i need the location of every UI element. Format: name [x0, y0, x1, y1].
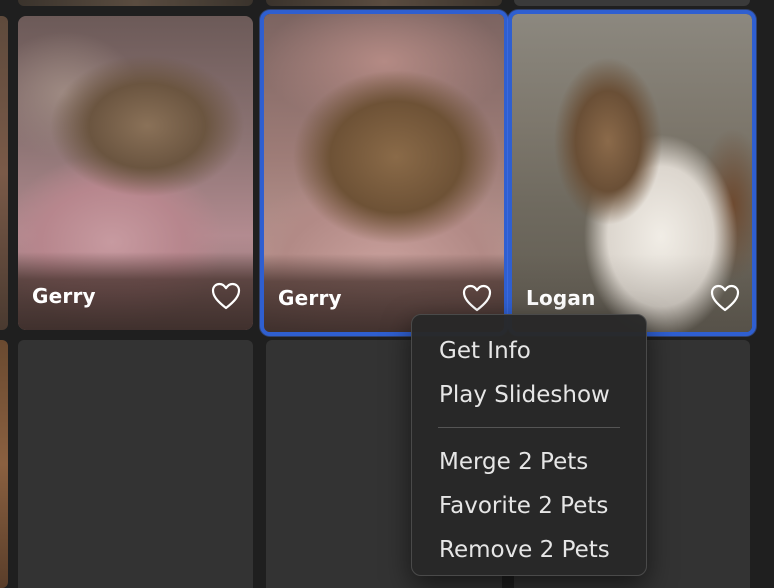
pet-name: Gerry [32, 284, 96, 308]
menu-item-remove-pets[interactable]: Remove 2 Pets [412, 528, 646, 572]
partial-top-tile[interactable] [514, 0, 750, 6]
pet-name: Logan [526, 286, 596, 310]
heart-icon[interactable] [462, 284, 492, 312]
pet-name: Gerry [278, 286, 342, 310]
heart-icon[interactable] [710, 284, 740, 312]
partial-left-tile[interactable] [0, 340, 8, 588]
partial-top-tile[interactable] [266, 0, 502, 6]
heart-icon[interactable] [211, 282, 241, 310]
pet-card-placeholder[interactable] [18, 340, 253, 588]
menu-separator [438, 427, 620, 428]
menu-item-favorite-pets[interactable]: Favorite 2 Pets [412, 484, 646, 528]
partial-top-tile[interactable] [18, 0, 253, 6]
menu-item-get-info[interactable]: Get Info [412, 329, 646, 373]
pet-card-selected[interactable]: Gerry [260, 10, 508, 336]
context-menu: Get Info Play Slideshow Merge 2 Pets Fav… [411, 314, 647, 576]
menu-item-merge-pets[interactable]: Merge 2 Pets [412, 440, 646, 484]
pet-card-selected[interactable]: Logan [508, 10, 756, 336]
menu-item-play-slideshow[interactable]: Play Slideshow [412, 373, 646, 417]
pet-card[interactable]: Gerry [18, 16, 253, 330]
partial-left-tile[interactable] [0, 16, 8, 330]
pets-grid: Gerry Gerry Logan Get Info Play Slidesho… [0, 0, 774, 588]
